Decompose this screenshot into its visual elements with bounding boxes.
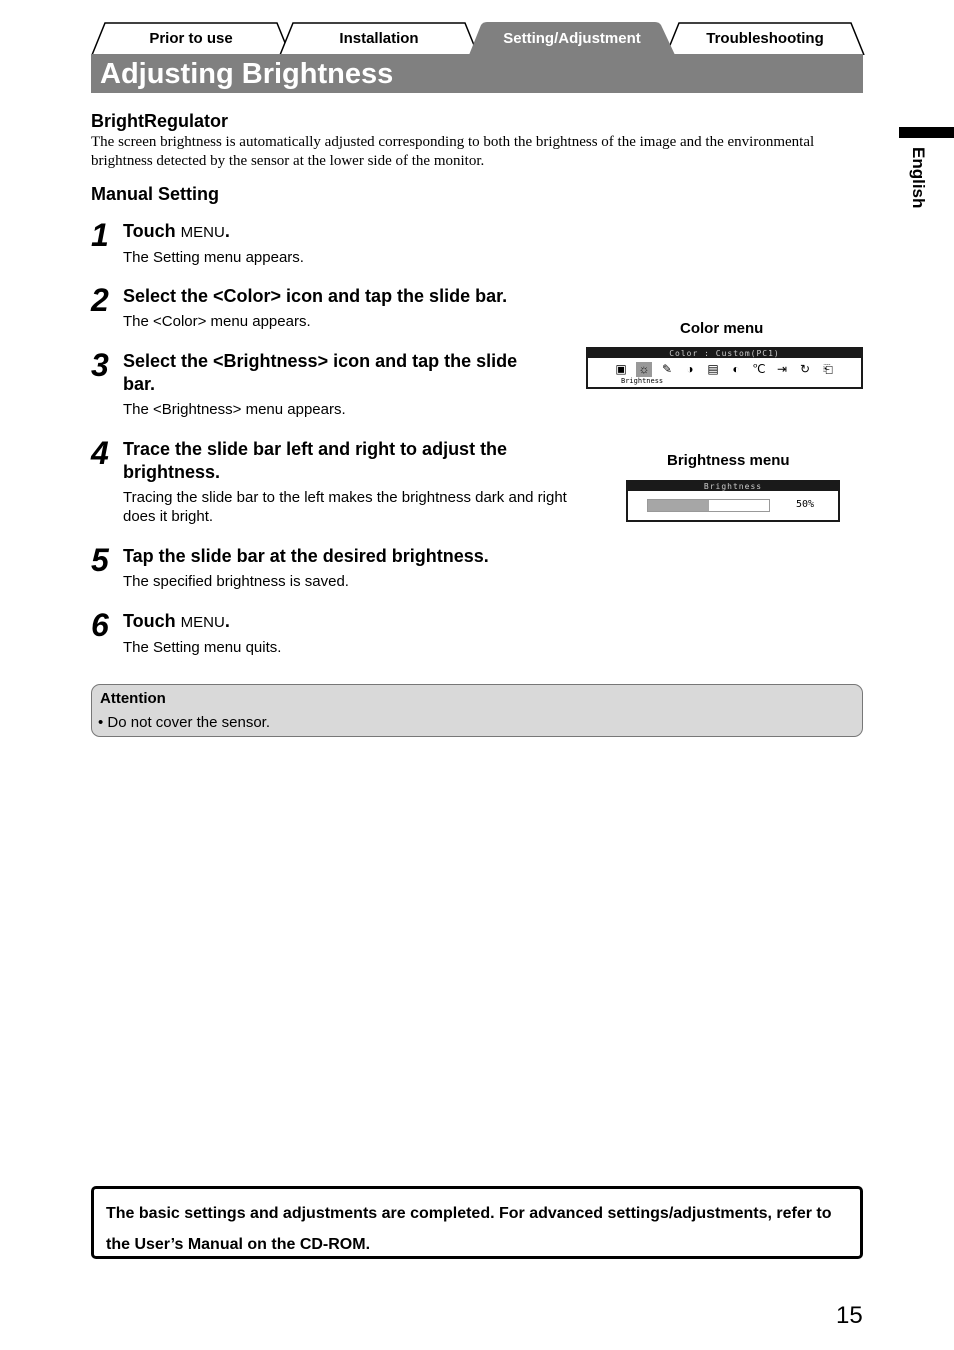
step-2: 2 Select the <Color> icon and tap the sl… xyxy=(91,282,571,331)
step-number: 3 xyxy=(91,347,109,383)
bright-regulator-text: The screen brightness is automatically a… xyxy=(91,134,815,169)
arrow-icon: ⇥ xyxy=(776,362,788,376)
step-heading: Select the <Color> icon and tap the slid… xyxy=(123,286,508,306)
brightness-value: 50% xyxy=(796,499,815,510)
step-1: 1 Touch MENU. The Setting menu appears. xyxy=(91,217,571,267)
tab-prior-to-use[interactable]: Prior to use xyxy=(91,22,291,55)
final-note-box: The basic settings and adjustments are c… xyxy=(91,1186,863,1259)
menu-key: MENU xyxy=(180,614,225,631)
monitor-icon: ▤ xyxy=(707,362,719,376)
color-menu-title: Color : Custom(PC1) xyxy=(588,349,861,358)
step-number: 2 xyxy=(91,282,109,318)
gamma-icon: ◑ xyxy=(686,362,694,376)
tab-label: Setting/Adjustment xyxy=(503,30,641,47)
step-heading-text: Touch xyxy=(123,221,176,241)
step-4: 4 Trace the slide bar left and right to … xyxy=(91,435,571,526)
menu-key: MENU xyxy=(180,224,225,241)
mode-icon: ▣ xyxy=(615,362,627,376)
attention-title: Attention xyxy=(100,690,166,707)
step-description: The <Brightness> menu appears. xyxy=(123,401,346,418)
step-heading: Tap the slide bar at the desired brightn… xyxy=(123,546,489,566)
step-heading: Select the <Brightness> icon and tap the… xyxy=(123,351,518,394)
attention-text: Do not cover the sensor. xyxy=(107,714,271,731)
page-title: Adjusting Brightness xyxy=(100,58,394,90)
manual-setting-heading: Manual Setting xyxy=(91,184,220,204)
brightness-menu-label: Brightness menu xyxy=(667,452,790,469)
step-3: 3 Select the <Brightness> icon and tap t… xyxy=(91,347,551,419)
brightness-menu-figure: Brightness 50% xyxy=(626,480,840,522)
contrast-icon: ✎ xyxy=(661,362,673,376)
step-description: The specified brightness is saved. xyxy=(123,573,349,590)
tab-setting-adjustment[interactable]: Setting/Adjustment xyxy=(469,22,675,55)
temperature-icon: ℃ xyxy=(752,362,766,376)
step-heading-text: Touch xyxy=(123,611,176,631)
step-heading: Touch MENU. xyxy=(123,221,230,241)
step-description: Tracing the slide bar to the left makes … xyxy=(123,489,567,525)
tab-label: Installation xyxy=(339,30,419,47)
return-icon: ⎗ xyxy=(823,362,833,376)
tab-label: Prior to use xyxy=(149,30,233,47)
color-menu-figure: Color : Custom(PC1) ▣ ☼ ✎ ◑ ▤ ◐ ℃ ⇥ ↻ ⎗ … xyxy=(586,347,863,389)
step-5: 5 Tap the slide bar at the desired brigh… xyxy=(91,542,571,591)
final-note-text: The basic settings and adjustments are c… xyxy=(106,1205,832,1253)
selected-icon-label: Brightness xyxy=(621,377,664,385)
title-bar: Adjusting Brightness xyxy=(91,54,863,93)
step-number: 6 xyxy=(91,607,109,643)
brightness-menu-title: Brightness xyxy=(628,482,838,491)
tab-installation[interactable]: Installation xyxy=(279,22,479,55)
step-number: 1 xyxy=(91,217,109,253)
attention-box: Attention • Do not cover the sensor. xyxy=(91,684,863,737)
brightness-icon: ☼ xyxy=(636,362,652,377)
color-menu-label: Color menu xyxy=(680,320,764,337)
page-number: 15 xyxy=(836,1302,863,1329)
step-6: 6 Touch MENU. The Setting menu quits. xyxy=(91,607,571,657)
tab-troubleshooting[interactable]: Troubleshooting xyxy=(665,22,865,55)
step-number: 5 xyxy=(91,542,109,578)
step-description: The Setting menu quits. xyxy=(123,639,282,656)
section-tabs: Prior to use Installation Troubleshootin… xyxy=(91,22,865,55)
language-label: English xyxy=(909,147,928,209)
attention-item: • Do not cover the sensor. xyxy=(98,714,271,731)
step-number: 4 xyxy=(91,435,109,471)
tab-label: Troubleshooting xyxy=(706,30,824,47)
color-menu-icons: ▣ ☼ ✎ ◑ ▤ ◐ ℃ ⇥ ↻ ⎗ xyxy=(588,358,861,377)
step-description: The <Color> menu appears. xyxy=(123,313,311,330)
reset-icon: ↻ xyxy=(799,362,811,376)
brightness-slider xyxy=(647,499,770,512)
step-heading: Trace the slide bar left and right to ad… xyxy=(123,439,508,482)
bright-regulator-heading: BrightRegulator xyxy=(91,111,228,131)
saturation-icon: ◐ xyxy=(732,362,740,376)
step-heading: Touch MENU. xyxy=(123,611,230,631)
step-description: The Setting menu appears. xyxy=(123,249,304,266)
brightness-slider-fill xyxy=(648,500,709,511)
language-marker xyxy=(899,127,954,138)
